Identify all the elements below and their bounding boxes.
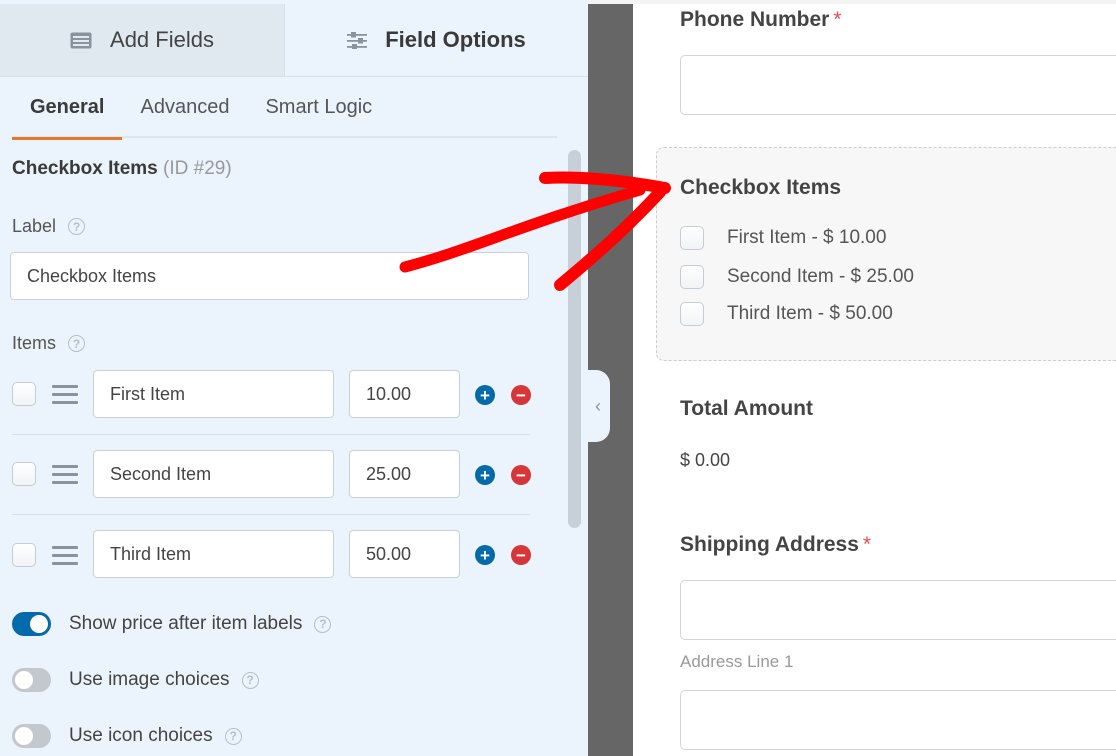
toggle-label: Use icon choices xyxy=(69,725,213,746)
default-checkbox[interactable] xyxy=(12,462,36,486)
remove-choice-icon[interactable]: − xyxy=(511,545,531,565)
choice-label-input[interactable]: Third Item xyxy=(93,530,334,578)
required-asterisk: * xyxy=(833,8,842,31)
help-icon[interactable]: ? xyxy=(241,671,259,689)
field-options-panel: Add Fields Field Options General Advance… xyxy=(0,0,588,756)
phone-label: Phone Number * xyxy=(680,8,842,32)
image-choices-toggle[interactable] xyxy=(12,668,51,692)
chevron-left-icon: ‹ xyxy=(595,395,601,416)
tab-field-options[interactable]: Field Options xyxy=(285,4,588,76)
help-icon[interactable]: ? xyxy=(68,335,86,352)
checkbox-option: Third Item - $ 50.00 xyxy=(680,302,893,326)
address-line1-input[interactable] xyxy=(680,580,1116,640)
add-choice-icon[interactable]: + xyxy=(475,465,495,485)
choice-price-input[interactable]: 25.00 xyxy=(349,450,460,498)
remove-choice-icon[interactable]: − xyxy=(511,465,531,485)
choice-price-input[interactable]: 50.00 xyxy=(349,530,460,578)
list-icon xyxy=(70,32,92,49)
toggle-label: Use image choices xyxy=(69,669,230,690)
toggle-label: Show price after item labels xyxy=(69,613,303,634)
tab-add-fields-label: Add Fields xyxy=(110,27,214,52)
field-id: (ID #29) xyxy=(163,158,232,179)
add-choice-icon[interactable]: + xyxy=(475,545,495,565)
total-amount-label: Total Amount xyxy=(680,397,813,420)
option-label: Second Item - $ 25.00 xyxy=(727,266,914,287)
subtab-general[interactable]: General xyxy=(12,78,123,140)
phone-input[interactable] xyxy=(680,55,1116,115)
form-preview: Phone Number * Checkbox Items First Item … xyxy=(633,4,1116,756)
address-line1-sublabel: Address Line 1 xyxy=(680,652,794,671)
toggle-image-choices: Use image choices ? xyxy=(12,668,259,692)
required-asterisk: * xyxy=(862,533,872,556)
label-input[interactable]: Checkbox Items xyxy=(10,252,529,300)
show-price-toggle[interactable] xyxy=(12,612,51,636)
option-label: First Item - $ 10.00 xyxy=(727,227,887,248)
add-choice-icon[interactable]: + xyxy=(475,385,495,405)
drag-handle-icon[interactable] xyxy=(52,546,78,570)
sliders-icon xyxy=(347,31,368,49)
items-caption-text: Items xyxy=(12,333,57,353)
drag-handle-icon[interactable] xyxy=(52,385,78,409)
choice-row: Second Item 25.00 + − xyxy=(12,435,531,515)
field-title: Checkbox Items (ID #29) xyxy=(12,158,232,180)
help-icon[interactable]: ? xyxy=(224,727,242,745)
help-icon[interactable]: ? xyxy=(68,218,86,235)
phone-label-text: Phone Number xyxy=(680,8,830,31)
choice-row: Third Item 50.00 + − xyxy=(12,515,531,595)
option-label: Third Item - $ 50.00 xyxy=(727,303,893,324)
toggle-icon-choices: Use icon choices ? xyxy=(12,724,242,748)
shipping-label-text: Shipping Address xyxy=(680,533,859,556)
checkbox-field-label: Checkbox Items xyxy=(680,176,842,199)
field-name: Checkbox Items xyxy=(12,158,158,179)
subtab-smart-logic[interactable]: Smart Logic xyxy=(247,78,390,138)
checkbox-option: Second Item - $ 25.00 xyxy=(680,265,914,289)
choice-label-input[interactable]: First Item xyxy=(93,370,334,418)
remove-choice-icon[interactable]: − xyxy=(511,385,531,405)
default-checkbox[interactable] xyxy=(12,543,36,567)
option-checkbox[interactable] xyxy=(680,265,704,289)
subtab-advanced[interactable]: Advanced xyxy=(122,78,247,138)
drag-handle-icon[interactable] xyxy=(52,465,78,489)
address-line2-input[interactable] xyxy=(680,690,1116,750)
items-caption: Items ? xyxy=(12,333,86,354)
label-caption-text: Label xyxy=(12,216,57,236)
choice-price-input[interactable]: 10.00 xyxy=(349,370,460,418)
option-checkbox[interactable] xyxy=(680,302,704,326)
option-checkbox[interactable] xyxy=(680,226,704,250)
icon-choices-toggle[interactable] xyxy=(12,724,51,748)
total-amount-value: $ 0.00 xyxy=(680,450,731,470)
tab-add-fields[interactable]: Add Fields xyxy=(0,4,285,76)
panel-tabs: Add Fields Field Options xyxy=(0,4,588,77)
checkbox-option: First Item - $ 10.00 xyxy=(680,226,886,250)
tab-field-options-label: Field Options xyxy=(385,27,526,52)
default-checkbox[interactable] xyxy=(12,382,36,406)
choice-label-input[interactable]: Second Item xyxy=(93,450,334,498)
label-caption: Label ? xyxy=(12,216,86,237)
collapse-panel-button[interactable]: ‹ xyxy=(586,370,610,442)
panel-scrollbar[interactable] xyxy=(568,150,581,528)
help-icon[interactable]: ? xyxy=(314,615,332,633)
sub-tabs: General Advanced Smart Logic xyxy=(12,78,557,140)
shipping-address-label: Shipping Address * xyxy=(680,533,871,557)
toggle-show-price: Show price after item labels ? xyxy=(12,612,332,636)
choice-row: First Item 10.00 + − xyxy=(12,355,531,435)
